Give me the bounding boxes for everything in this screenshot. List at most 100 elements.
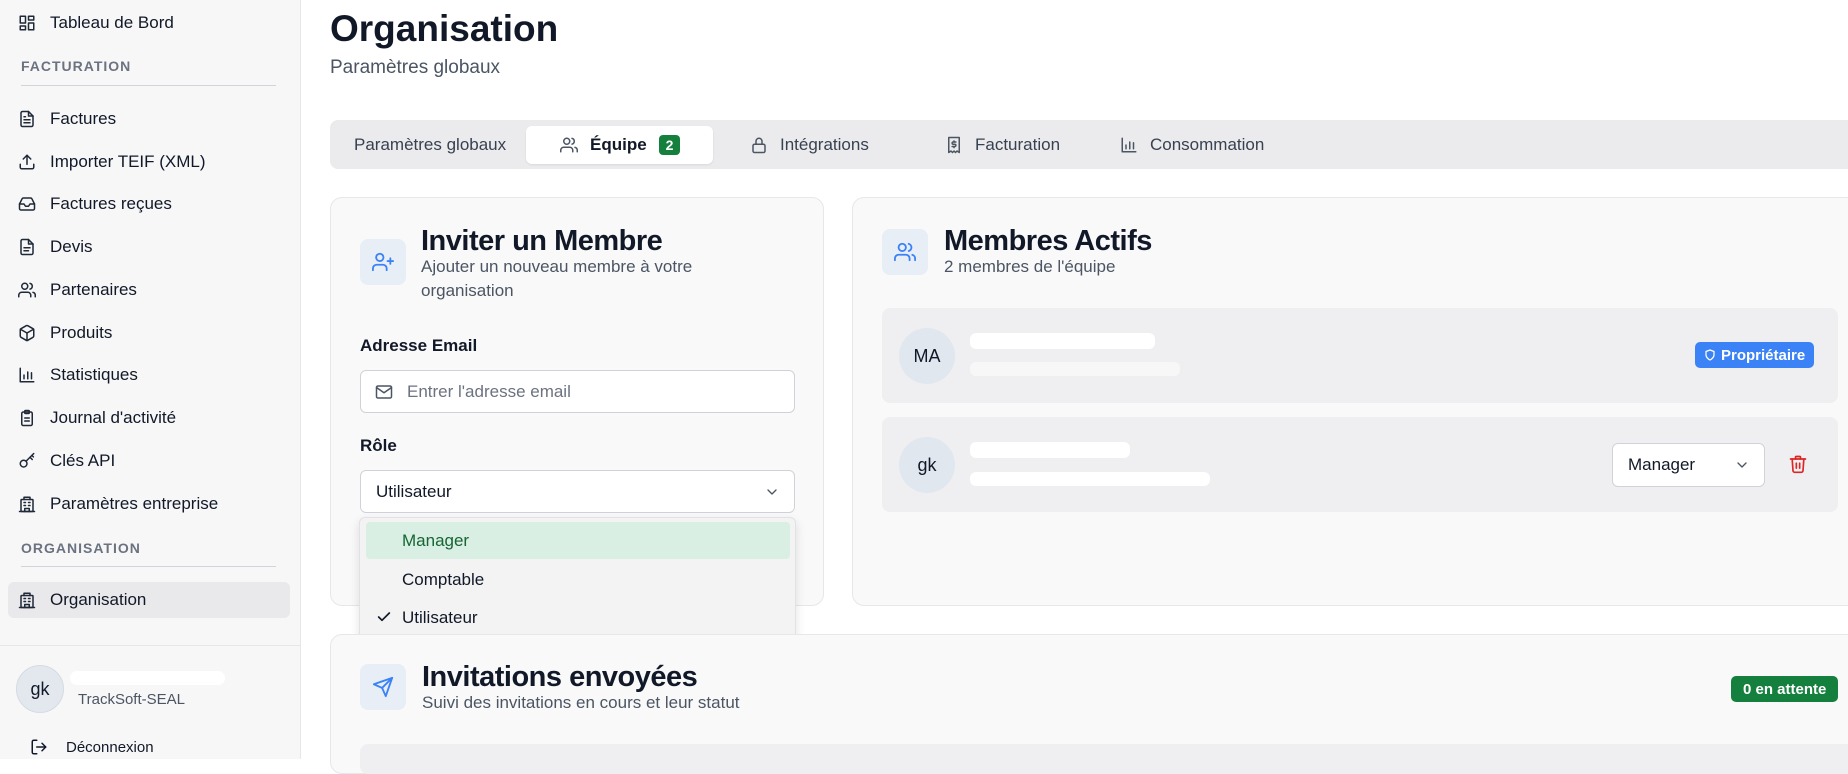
owner-badge-label: Propriétaire (1721, 346, 1806, 364)
invite-subtitle: Ajouter un nouveau membre à votre organi… (421, 257, 693, 300)
file-text-icon (20, 110, 34, 128)
sidebar: Tableau de Bord FACTURATION Factures Imp… (0, 0, 301, 759)
sidebar-section-organisation: ORGANISATION (21, 540, 141, 556)
building-icon (18, 496, 36, 513)
chevron-down-icon (1737, 462, 1747, 468)
invitations-subtitle: Suivi des invitations en cours et leur s… (422, 693, 740, 712)
tab-bar: Paramètres globaux Équipe 2 Intégrations… (330, 120, 1848, 169)
sidebar-item-label: Factures (50, 109, 117, 128)
sidebar-item-label: Importer TEIF (XML) (50, 152, 206, 171)
sidebar-item-label: Statistiques (50, 365, 138, 384)
logout-button[interactable]: Déconnexion (30, 738, 154, 756)
sidebar-item-api-keys[interactable]: Clés API (8, 443, 290, 479)
chevron-down-icon (767, 489, 777, 495)
tab-team[interactable]: Équipe 2 (526, 126, 713, 164)
role-select-value: Utilisateur (376, 481, 452, 501)
sidebar-item-received-invoices[interactable]: Factures reçues (8, 186, 290, 222)
bar-chart-icon (19, 367, 35, 383)
sidebar-divider (21, 85, 276, 86)
check-icon (377, 612, 391, 622)
sidebar-divider (21, 566, 276, 567)
invitations-title: Invitations envoyées (422, 661, 698, 693)
sidebar-item-partners[interactable]: Partenaires (8, 272, 290, 308)
members-subtitle: 2 membres de l'équipe (944, 257, 1116, 276)
user-plus-icon (372, 252, 394, 272)
role-label: Rôle (360, 436, 397, 455)
avatar: gk (899, 437, 955, 493)
tab-global-settings[interactable]: Paramètres globaux (354, 126, 506, 164)
tab-label: Facturation (975, 135, 1061, 154)
package-icon (19, 324, 35, 342)
user-name-redacted (70, 671, 225, 685)
user-organisation: TrackSoft-SEAL (78, 691, 185, 708)
upload-icon (19, 154, 35, 170)
sidebar-item-statistics[interactable]: Statistiques (8, 357, 290, 393)
members-icon-box (882, 229, 928, 275)
owner-badge: Propriétaire (1695, 342, 1815, 368)
key-icon (19, 452, 35, 468)
email-placeholder: Entrer l'adresse email (407, 381, 571, 401)
sidebar-item-label: Partenaires (50, 280, 137, 299)
member-name-redacted (970, 333, 1155, 349)
member-role-select[interactable]: Manager (1612, 443, 1765, 487)
sidebar-item-label: Paramètres entreprise (50, 494, 219, 513)
logout-label: Déconnexion (66, 738, 154, 756)
sidebar-item-label: Clés API (50, 451, 116, 470)
role-option-manager[interactable]: Manager (366, 522, 790, 559)
member-row: gk Manager (882, 417, 1838, 512)
member-row: MA Propriétaire (882, 308, 1838, 403)
receipt-icon (948, 136, 960, 154)
avatar: MA (899, 328, 955, 384)
member-email-redacted (970, 472, 1210, 486)
invite-icon-box (360, 239, 406, 285)
sidebar-section-billing: FACTURATION (21, 58, 132, 74)
sidebar-item-import-teif[interactable]: Importer TEIF (XML) (8, 144, 290, 180)
sidebar-item-dashboard[interactable]: Tableau de Bord (8, 5, 290, 41)
sidebar-item-products[interactable]: Produits (8, 315, 290, 351)
email-field[interactable]: Entrer l'adresse email (360, 370, 795, 413)
page-title: Organisation (330, 8, 559, 49)
logout-icon (31, 739, 47, 755)
sidebar-item-organisation[interactable]: Organisation (8, 582, 290, 618)
clipboard-icon (21, 409, 33, 427)
pending-count-badge: 0 en attente (1731, 676, 1839, 702)
invitations-list (360, 744, 1848, 774)
member-email-redacted (970, 362, 1180, 376)
sidebar-item-activity-log[interactable]: Journal d'activité (8, 400, 290, 436)
tab-label: Paramètres globaux (354, 135, 507, 154)
inbox-icon (18, 197, 36, 211)
mail-icon (375, 384, 393, 399)
avatar[interactable]: gk (16, 665, 64, 713)
sidebar-item-invoices[interactable]: Factures (8, 101, 290, 137)
tab-integrations[interactable]: Intégrations (750, 126, 869, 164)
trash-icon[interactable] (1788, 454, 1808, 474)
users-icon (560, 137, 578, 153)
role-select[interactable]: Utilisateur (360, 470, 795, 513)
users-icon (18, 282, 36, 298)
sidebar-item-company-settings[interactable]: Paramètres entreprise (8, 486, 290, 522)
send-icon (372, 676, 394, 698)
file-icon (20, 238, 34, 256)
member-name-redacted (970, 442, 1130, 458)
tab-label: Intégrations (780, 135, 869, 154)
invite-title: Inviter un Membre (421, 225, 663, 257)
sidebar-footer-divider (0, 645, 301, 646)
shield-icon (1705, 349, 1715, 361)
member-role-value: Manager (1628, 455, 1696, 474)
team-count-badge: 2 (658, 135, 681, 155)
sidebar-item-label: Tableau de Bord (50, 13, 174, 32)
lock-icon (752, 137, 766, 154)
sent-invitations-card: Invitations envoyées Suivi des invitatio… (330, 634, 1848, 774)
sidebar-item-quotes[interactable]: Devis (8, 229, 290, 265)
sidebar-item-label: Devis (50, 237, 93, 256)
tab-label: Consommation (1150, 135, 1265, 154)
members-title: Membres Actifs (944, 225, 1152, 257)
bar-chart-icon (1121, 137, 1137, 153)
building-icon (18, 592, 36, 609)
tab-billing[interactable]: Facturation (945, 126, 1060, 164)
tab-consumption[interactable]: Consommation (1120, 126, 1264, 164)
grid-icon (19, 15, 35, 31)
role-option-utilisateur[interactable]: Utilisateur (366, 599, 790, 636)
sidebar-item-label: Journal d'activité (50, 408, 177, 427)
role-option-comptable[interactable]: Comptable (366, 561, 790, 598)
